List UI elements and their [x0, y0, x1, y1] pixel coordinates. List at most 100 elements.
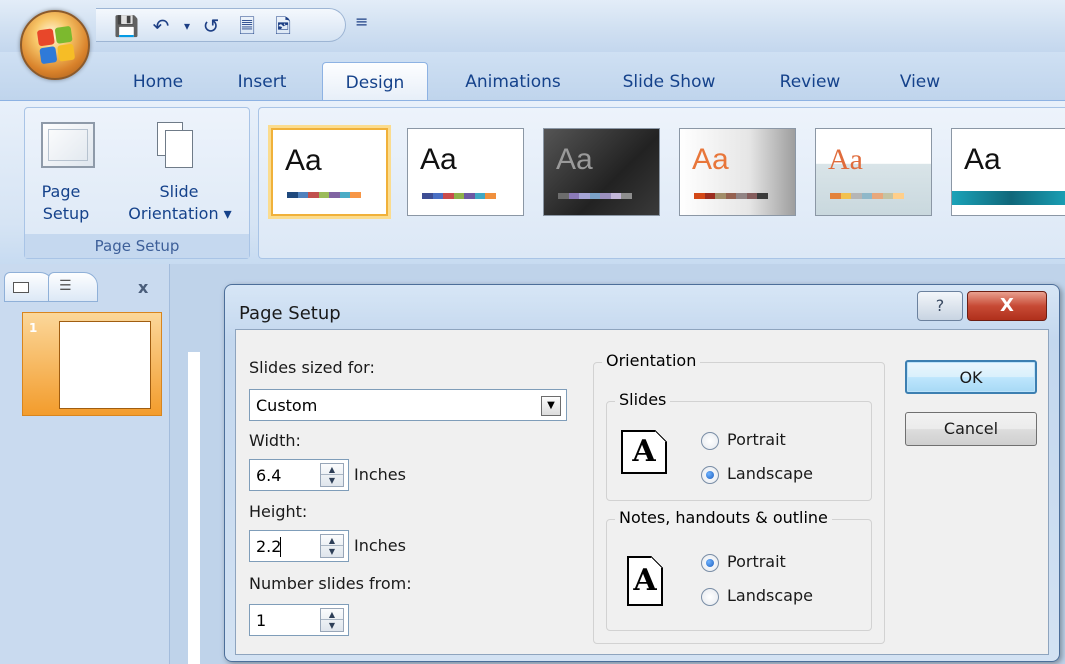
theme-label: Aa	[692, 143, 729, 176]
page-setup-label-1: Page	[41, 182, 81, 201]
slides-landscape-radio[interactable]	[701, 466, 719, 484]
slides-sized-for-select[interactable]: Custom ▼	[249, 389, 567, 421]
notes-group-label: Notes, handouts & outline	[615, 508, 832, 527]
theme-aspect[interactable]: Aa	[543, 128, 660, 216]
number-slides-from-label: Number slides from:	[249, 574, 412, 593]
slides-portrait-radio[interactable]	[701, 432, 719, 450]
chevron-down-icon[interactable]: ▼	[541, 396, 561, 416]
dropdown-arrow-icon[interactable]: ▾	[176, 15, 198, 37]
theme-apex[interactable]: Aa	[407, 128, 524, 216]
slides-sized-for-value: Custom	[256, 396, 318, 415]
theme-office[interactable]: Aa	[271, 128, 388, 216]
height-unit: Inches	[354, 536, 406, 555]
slides-pane: ☰ x 1	[0, 264, 170, 664]
customize-icon[interactable]: ≡	[355, 12, 368, 31]
orientation-group: Orientation Slides A Portrait Landscape …	[593, 351, 885, 644]
theme-color-swatch	[830, 193, 905, 199]
theme-concourse[interactable]: Aa	[815, 128, 932, 216]
tab-view[interactable]: View	[880, 62, 960, 102]
theme-label: Aa	[285, 144, 322, 177]
spin-up-icon[interactable]: ▲	[321, 464, 343, 475]
help-button[interactable]: ?	[917, 291, 963, 321]
slides-landscape-label[interactable]: Landscape	[727, 464, 813, 483]
theme-color-swatch	[287, 192, 362, 198]
height-spinner[interactable]: 2.2 ▲ ▼	[249, 530, 349, 562]
spin-up-icon[interactable]: ▲	[321, 535, 343, 546]
spin-down-icon[interactable]: ▼	[321, 475, 343, 486]
office-button[interactable]	[20, 10, 90, 80]
close-pane-button[interactable]: x	[138, 278, 148, 297]
print-preview-icon[interactable]: 🖻	[272, 15, 294, 37]
outline-tab[interactable]: ☰	[48, 272, 98, 302]
height-spin-buttons[interactable]: ▲ ▼	[320, 534, 344, 558]
theme-equity[interactable]: Aa	[951, 128, 1065, 216]
height-value: 2.2	[256, 537, 282, 556]
undo-icon[interactable]: ↶	[150, 15, 172, 37]
height-label: Height:	[249, 502, 308, 521]
spin-up-icon[interactable]: ▲	[321, 609, 343, 620]
spin-down-icon[interactable]: ▼	[321, 620, 343, 631]
theme-color-swatch	[558, 193, 633, 199]
spin-down-icon[interactable]: ▼	[321, 546, 343, 557]
theme-color-band	[952, 191, 1065, 205]
number-slides-from-spinner[interactable]: 1 ▲ ▼	[249, 604, 349, 636]
dialog-title: Page Setup	[239, 303, 341, 324]
theme-label: Aa	[964, 143, 1001, 176]
width-unit: Inches	[354, 465, 406, 484]
theme-label: Aa	[420, 143, 457, 176]
slide-thumbnail[interactable]	[59, 321, 151, 409]
slides-orientation-group: Slides A Portrait Landscape	[606, 390, 872, 501]
office-logo-icon	[36, 25, 76, 65]
number-spin-buttons[interactable]: ▲ ▼	[320, 608, 344, 632]
page-setup-button[interactable]: Page Setup	[25, 108, 121, 236]
notes-orientation-group: Notes, handouts & outline A Portrait Lan…	[606, 508, 872, 631]
width-spin-buttons[interactable]: ▲ ▼	[320, 463, 344, 487]
orientation-label: Orientation	[602, 351, 701, 370]
ribbon-design: Page Setup Slide Orientation ▾ Page Setu…	[0, 100, 1065, 264]
tab-home[interactable]: Home	[116, 62, 200, 102]
page-setup-icon	[41, 122, 95, 168]
page-setup-label-2: Setup	[42, 204, 90, 223]
notes-portrait-label[interactable]: Portrait	[727, 552, 786, 571]
landscape-page-icon: A	[621, 430, 667, 474]
width-spinner[interactable]: 6.4 ▲ ▼	[249, 459, 349, 491]
slide-orientation-button[interactable]: Slide Orientation ▾	[109, 108, 249, 236]
theme-civic[interactable]: Aa	[679, 128, 796, 216]
ribbon-tabs: Home Insert Design Animations Slide Show…	[0, 52, 1065, 102]
text-caret	[280, 537, 281, 557]
notes-landscape-label[interactable]: Landscape	[727, 586, 813, 605]
save-icon[interactable]: 💾	[114, 15, 139, 37]
slide-thumbnail-row[interactable]: 1	[22, 312, 162, 416]
portrait-page-icon: A	[627, 556, 663, 606]
theme-color-swatch	[422, 193, 497, 199]
ok-button[interactable]: OK	[905, 360, 1037, 394]
dialog-body: Slides sized for: Custom ▼ Width: 6.4 ▲ ▼…	[235, 329, 1049, 655]
cancel-button[interactable]: Cancel	[905, 412, 1037, 446]
new-icon[interactable]: 🗏	[236, 15, 258, 37]
slides-portrait-label[interactable]: Portrait	[727, 430, 786, 449]
vertical-ruler	[188, 352, 200, 664]
slides-tab[interactable]	[4, 272, 54, 302]
tab-slide-show[interactable]: Slide Show	[604, 62, 734, 102]
tab-animations[interactable]: Animations	[448, 62, 578, 102]
slide-orientation-icon	[153, 120, 195, 170]
theme-color-swatch	[694, 193, 769, 199]
width-label: Width:	[249, 431, 301, 450]
slide-orientation-label-1: Slide	[159, 182, 199, 201]
quick-access-toolbar: 💾 ↶ ▾ ↺ 🗏 🖻	[96, 8, 346, 42]
page-setup-dialog: Page Setup ? X Slides sized for: Custom …	[224, 284, 1060, 662]
redo-icon[interactable]: ↺	[200, 15, 222, 37]
slide-orientation-label-2: Orientation ▾	[128, 204, 232, 223]
notes-landscape-radio[interactable]	[701, 588, 719, 606]
slides-sized-for-label: Slides sized for:	[249, 358, 375, 377]
theme-label: Aa	[828, 143, 863, 176]
close-button[interactable]: X	[967, 291, 1047, 321]
title-bar: 💾 ↶ ▾ ↺ 🗏 🖻 ≡	[0, 0, 1065, 80]
outline-tab-icon: ☰	[59, 278, 72, 294]
tab-insert[interactable]: Insert	[222, 62, 302, 102]
tab-design[interactable]: Design	[322, 62, 428, 102]
slides-group-label: Slides	[615, 390, 671, 409]
tab-review[interactable]: Review	[760, 62, 860, 102]
notes-portrait-radio[interactable]	[701, 554, 719, 572]
width-value: 6.4	[256, 466, 282, 485]
